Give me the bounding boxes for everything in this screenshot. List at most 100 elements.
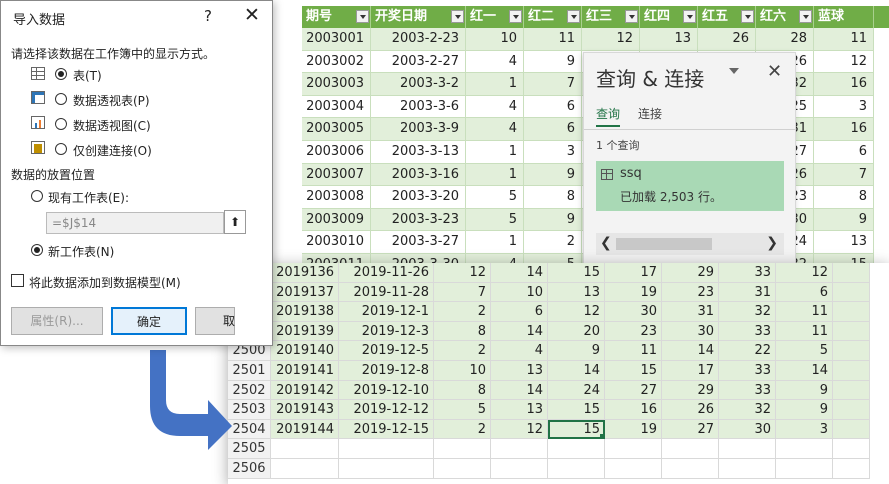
sheet-cell[interactable] [662, 458, 719, 479]
sheet-cell[interactable]: 14 [776, 360, 833, 381]
table-cell[interactable]: 8 [524, 186, 582, 209]
table-cell[interactable]: 2003009 [302, 208, 371, 232]
sheet-cell[interactable]: 27 [605, 380, 662, 401]
sheet-cell[interactable]: 23 [605, 321, 662, 342]
sheet-cell[interactable] [339, 458, 434, 479]
sheet-cell[interactable]: 31 [719, 282, 776, 303]
sheet-cell[interactable] [491, 439, 548, 459]
filter-dropdown-icon[interactable] [683, 10, 696, 23]
sheet-cell[interactable] [833, 360, 870, 381]
table-cell[interactable]: 7 [814, 163, 874, 187]
sheet-cell[interactable]: 32 [719, 302, 776, 322]
sheet-cell[interactable]: 2019-12-10 [339, 380, 434, 401]
table-cell[interactable]: 2003-3-2 [371, 73, 466, 96]
radio-existing-sheet[interactable] [31, 190, 43, 202]
option-pivot-chart-label[interactable]: 数据透视图(C) [73, 117, 151, 134]
sheet-cell[interactable] [548, 439, 605, 459]
header-cell[interactable]: 红六 [756, 6, 814, 28]
table-cell[interactable]: 5 [466, 186, 524, 209]
sheet-cell[interactable]: 2019144 [271, 419, 339, 440]
sheet-cell[interactable]: 2019-12-5 [339, 341, 434, 361]
sheet-cell[interactable]: 9 [776, 400, 833, 420]
row-number[interactable]: 2506 [228, 458, 271, 479]
table-cell[interactable]: 10 [466, 28, 524, 51]
table-cell[interactable]: 5 [466, 208, 524, 232]
sheet-cell[interactable]: 11 [605, 341, 662, 361]
header-cell[interactable]: 期号 [302, 6, 371, 28]
sheet-cell[interactable]: 2019142 [271, 380, 339, 401]
sheet-cell[interactable]: 17 [605, 263, 662, 283]
sheet-cell[interactable] [548, 458, 605, 479]
sheet-cell[interactable]: 2019137 [271, 282, 339, 303]
table-cell[interactable]: 2003004 [302, 95, 371, 119]
scroll-right-icon[interactable]: ❯ [766, 235, 778, 251]
sheet-cell[interactable]: 4 [491, 341, 548, 361]
sheet-cell[interactable]: 14 [491, 380, 548, 401]
sheet-cell[interactable] [339, 439, 434, 459]
table-cell[interactable]: 2003003 [302, 73, 371, 96]
table-cell[interactable]: 16 [814, 118, 874, 141]
scrollbar-thumb[interactable] [616, 238, 712, 250]
radio-connection-only[interactable] [55, 143, 67, 155]
sheet-cell[interactable]: 14 [491, 321, 548, 342]
sheet-cell[interactable]: 10 [491, 282, 548, 303]
sheet-cell[interactable]: 15 [548, 263, 605, 283]
sheet-cell[interactable]: 2 [434, 302, 491, 322]
sheet-cell[interactable]: 5 [434, 400, 491, 420]
radio-table[interactable] [55, 68, 67, 80]
header-cell[interactable]: 红四 [640, 6, 698, 28]
sheet-cell[interactable]: 6 [776, 282, 833, 303]
sheet-cell[interactable] [833, 321, 870, 342]
table-cell[interactable]: 1 [466, 73, 524, 96]
sheet-cell[interactable]: 2019-12-3 [339, 321, 434, 342]
header-cell[interactable]: 红一 [466, 6, 524, 28]
sheet-cell[interactable]: 15 [605, 360, 662, 381]
sheet-cell[interactable]: 2 [434, 419, 491, 440]
sheet-cell[interactable]: 9 [548, 341, 605, 361]
ok-button[interactable]: 确定 [111, 307, 187, 335]
option-pivot-table-label[interactable]: 数据透视表(P) [73, 92, 150, 109]
sheet-cell[interactable]: 13 [548, 282, 605, 303]
table-cell[interactable]: 6 [524, 118, 582, 141]
selected-cell[interactable]: 15 [548, 419, 605, 440]
sheet-cell[interactable]: 19 [605, 419, 662, 440]
table-cell[interactable]: 2003-3-16 [371, 163, 466, 187]
sheet-cell[interactable]: 33 [719, 380, 776, 401]
properties-button[interactable]: 属性(R)... [11, 307, 103, 335]
sheet-cell[interactable] [662, 439, 719, 459]
sheet-cell[interactable]: 10 [434, 360, 491, 381]
header-cell[interactable]: 开奖日期 [371, 6, 466, 28]
sheet-cell[interactable]: 2019139 [271, 321, 339, 342]
filter-dropdown-icon[interactable] [451, 10, 464, 23]
table-cell[interactable]: 2003007 [302, 163, 371, 187]
sheet-cell[interactable]: 22 [719, 341, 776, 361]
sheet-cell[interactable] [605, 439, 662, 459]
table-cell[interactable]: 28 [756, 28, 814, 51]
sheet-cell[interactable]: 32 [719, 400, 776, 420]
sheet-cell[interactable]: 12 [548, 302, 605, 322]
sheet-cell[interactable]: 7 [434, 282, 491, 303]
range-select-button[interactable]: ⬆ [224, 210, 246, 234]
sheet-cell[interactable] [833, 400, 870, 420]
filter-dropdown-icon[interactable] [509, 10, 522, 23]
sheet-cell[interactable]: 20 [548, 321, 605, 342]
table-cell[interactable]: 11 [814, 28, 874, 51]
sheet-cell[interactable]: 6 [491, 302, 548, 322]
table-cell[interactable]: 6 [524, 95, 582, 119]
sheet-cell[interactable]: 24 [548, 380, 605, 401]
table-cell[interactable]: 6 [814, 140, 874, 164]
table-cell[interactable]: 12 [582, 28, 640, 51]
sheet-cell[interactable]: 12 [776, 263, 833, 283]
sheet-cell[interactable] [833, 458, 870, 479]
sheet-cell[interactable]: 2019-12-1 [339, 302, 434, 322]
tab-connections[interactable]: 连接 [638, 105, 662, 127]
sheet-cell[interactable]: 27 [662, 419, 719, 440]
sheet-cell[interactable]: 13 [491, 360, 548, 381]
sheet-cell[interactable] [434, 439, 491, 459]
table-cell[interactable]: 11 [524, 28, 582, 51]
sheet-cell[interactable]: 26 [662, 400, 719, 420]
sheet-cell[interactable] [833, 439, 870, 459]
filter-dropdown-icon[interactable] [356, 10, 369, 23]
table-cell[interactable]: 2003-3-23 [371, 208, 466, 232]
table-cell[interactable]: 9 [814, 208, 874, 232]
